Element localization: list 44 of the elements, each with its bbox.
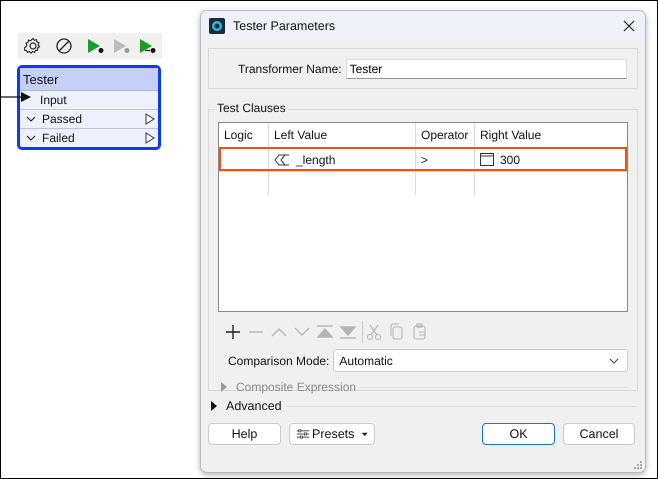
field-label: Comparison Mode: <box>228 354 330 368</box>
transformer-node[interactable]: Tester Input Passed Failed <box>17 65 161 150</box>
column-header: Operator <box>416 123 475 147</box>
play-icon <box>85 37 105 55</box>
attribute-icon <box>274 154 290 166</box>
table-cell: 300 <box>500 152 520 166</box>
name-field[interactable]: Tester <box>346 58 627 78</box>
chevron-icon[interactable] <box>26 134 36 142</box>
column-header: Right Value <box>479 127 542 144</box>
sliders-icon <box>296 427 310 441</box>
scissors-icon <box>364 323 384 341</box>
window-title: Tester Parameters <box>233 18 336 32</box>
table-cell: > <box>421 152 428 166</box>
column-header: Left Value <box>269 123 416 147</box>
app-icon <box>209 18 225 34</box>
cancel-button[interactable]: Cancel <box>563 423 635 445</box>
output-port-icon[interactable] <box>145 132 155 144</box>
comparison-mode-dropdown[interactable]: Automatic <box>333 349 628 372</box>
chevron-icon[interactable] <box>26 115 36 123</box>
node-title: Tester <box>20 68 158 91</box>
help-button[interactable]: Help <box>208 423 281 445</box>
resize-grip-icon[interactable] <box>634 461 642 469</box>
output-port-icon[interactable] <box>145 113 155 125</box>
chevron-down-icon <box>609 358 619 364</box>
value-icon <box>480 153 494 166</box>
advanced-toggle[interactable]: Advanced <box>208 399 282 413</box>
presets-button[interactable]: Presets <box>289 423 375 445</box>
play-icon <box>137 37 157 55</box>
group-title: Test Clauses <box>215 101 288 115</box>
column-header: Logic <box>219 123 269 147</box>
field-label: Transformer Name: <box>238 62 342 76</box>
port-label: Input <box>40 93 67 107</box>
port-label: Passed <box>42 112 82 126</box>
close-icon[interactable] <box>623 20 635 32</box>
port-label: Failed <box>42 131 75 145</box>
play-icon <box>111 37 131 55</box>
prohibited-icon <box>55 37 73 55</box>
ok-button[interactable]: OK <box>482 423 555 445</box>
connection-arrow <box>1 92 31 102</box>
table-cell: _length <box>296 152 336 166</box>
minus-icon <box>248 331 262 333</box>
gear-icon <box>24 37 42 55</box>
clause-row[interactable]: _length > 300 <box>219 147 627 171</box>
caret-icon <box>362 432 368 436</box>
